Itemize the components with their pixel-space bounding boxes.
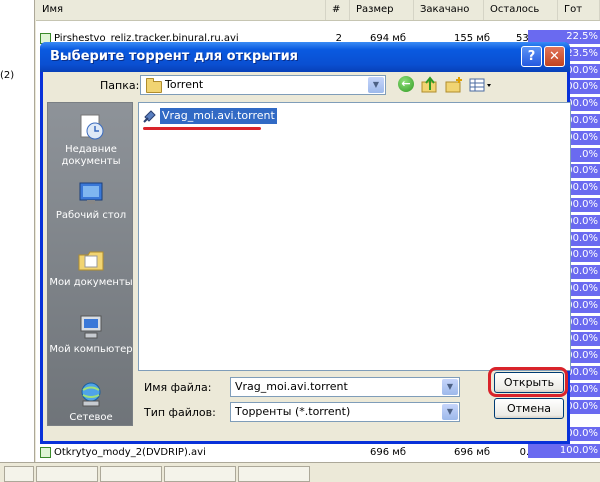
place-network[interactable]: Сетевое: [48, 381, 134, 424]
recent-documents-icon: [77, 113, 105, 141]
filename-label: Имя файла:: [144, 381, 212, 394]
place-label: Недавние документы: [61, 144, 121, 167]
torrent-list-header: Имя # Размер Закачано Осталось Гот: [36, 0, 600, 21]
annotation-underline: [143, 127, 261, 130]
up-folder-button[interactable]: [421, 76, 439, 94]
view-menu-button[interactable]: [469, 76, 493, 94]
desktop-icon: [77, 179, 105, 207]
filename-input[interactable]: Vrag_moi.avi.torrent ▼: [230, 377, 460, 397]
new-folder-button[interactable]: [445, 76, 463, 94]
column-size[interactable]: Размер: [350, 0, 414, 20]
filename-value: Vrag_moi.avi.torrent: [235, 380, 348, 393]
folder-label: Папка:: [100, 79, 140, 92]
file-list[interactable]: Vrag_moi.avi.torrent: [138, 102, 571, 371]
place-recent-documents[interactable]: Недавние документы: [48, 113, 134, 168]
column-done[interactable]: Гот: [558, 0, 600, 20]
annotation-highlight: [488, 367, 568, 397]
filetype-label: Тип файлов:: [144, 406, 216, 419]
back-button[interactable]: ←: [398, 76, 414, 92]
progress-bar: 100.0%: [528, 444, 600, 458]
places-bar: Недавние документы Рабочий стол Мои доку…: [47, 102, 133, 426]
filetype-dropdown[interactable]: Торренты (*.torrent) ▼: [230, 402, 460, 422]
dialog-titlebar[interactable]: Выберите торрент для открытия ? ✕: [40, 42, 570, 72]
help-button[interactable]: ?: [521, 46, 542, 67]
view-menu-icon: [469, 78, 491, 92]
column-remaining[interactable]: Осталось: [484, 0, 558, 20]
checkbox-icon[interactable]: [40, 446, 51, 458]
category-count: (2): [0, 70, 15, 81]
column-downloaded[interactable]: Закачано: [414, 0, 484, 20]
place-desktop[interactable]: Рабочий стол: [48, 179, 134, 222]
filetype-value: Торренты (*.torrent): [235, 405, 351, 418]
place-my-documents[interactable]: Мои документы: [48, 246, 134, 289]
chevron-down-icon[interactable]: ▼: [442, 379, 458, 395]
place-label: Мои документы: [49, 277, 133, 288]
folder-icon: [146, 78, 162, 93]
place-label: Мой компьютер: [49, 344, 133, 355]
column-name[interactable]: Имя: [36, 0, 326, 20]
file-name: Vrag_moi.avi.torrent: [160, 108, 277, 124]
open-torrent-dialog: Выберите торрент для открытия ? ✕ Папка:…: [40, 42, 571, 444]
dialog-title: Выберите торрент для открытия: [50, 49, 299, 64]
torrent-row[interactable]: Otkrytyo_mody_2(DVDRIP).avi696 мб696 мб0…: [36, 444, 600, 462]
torrent-file-icon: [143, 109, 157, 123]
close-button[interactable]: ✕: [544, 46, 565, 67]
back-arrow-icon: ←: [401, 77, 411, 90]
folder-dropdown[interactable]: Torrent ▼: [140, 75, 386, 95]
my-computer-icon: [77, 313, 105, 341]
place-label: Рабочий стол: [55, 210, 127, 221]
torrent-cell-downloaded: 696 мб: [454, 447, 490, 458]
new-folder-icon: [445, 77, 462, 93]
torrent-cell-name: Otkrytyo_mody_2(DVDRIP).avi: [40, 444, 330, 462]
chevron-down-icon[interactable]: ▼: [442, 404, 458, 420]
my-documents-icon: [77, 246, 105, 274]
column-number[interactable]: #: [326, 0, 350, 20]
torrent-cell-size: 696 мб: [370, 447, 406, 458]
place-label: Сетевое: [69, 412, 113, 423]
category-panel: (2): [0, 0, 35, 480]
chevron-down-icon[interactable]: ▼: [368, 77, 384, 93]
cancel-button[interactable]: Отмена: [494, 398, 564, 419]
up-folder-icon: [421, 76, 437, 93]
folder-value: Torrent: [165, 78, 204, 91]
status-bar: [0, 462, 600, 482]
network-icon: [77, 381, 105, 409]
place-my-computer[interactable]: Мой компьютер: [48, 313, 134, 356]
